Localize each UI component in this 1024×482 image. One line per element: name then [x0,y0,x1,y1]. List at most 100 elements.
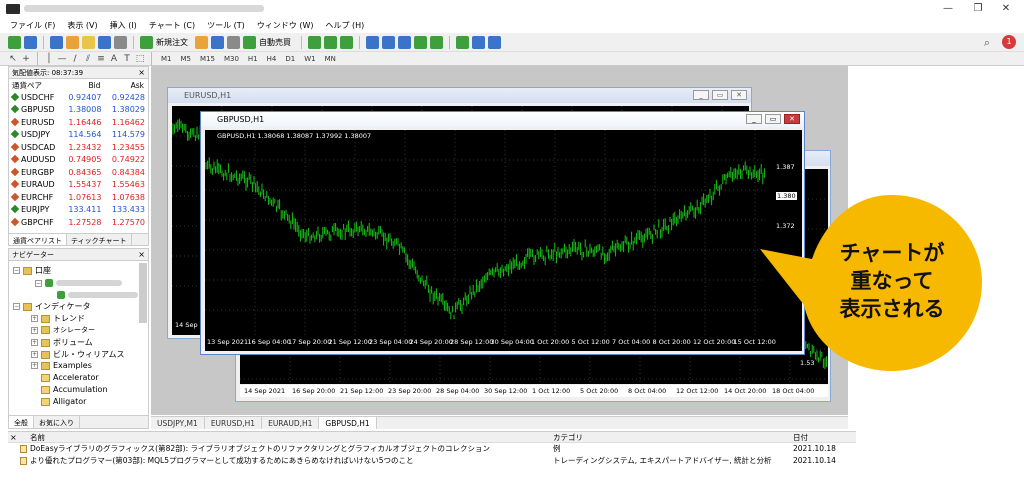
close-button[interactable]: ✕ [992,0,1020,18]
nav-item-volumes[interactable]: + ボリューム [31,337,93,348]
col-category[interactable]: カテゴリ [553,432,583,443]
new-chart-icon[interactable] [8,35,21,49]
tf-m5[interactable]: M5 [181,55,192,63]
signals-icon[interactable] [227,35,240,49]
menu-window[interactable]: ウィンドウ (W) [257,20,314,31]
auto-trading-icon[interactable] [243,35,256,49]
news-row[interactable]: DoEasyライブラリのグラフィックス(第82部): ライブラリオブジェクトのリ… [8,443,856,455]
market-watch-row[interactable]: EURJPY 133.411 133.433 [9,204,148,217]
market-watch-row[interactable]: EURCHF 1.07613 1.07638 [9,191,148,204]
nav-item-trend[interactable]: + トレンド [31,313,85,324]
line-chart-icon[interactable] [340,35,353,49]
autoscroll-icon[interactable] [414,35,427,49]
col-symbol[interactable]: 通貨ペア [9,79,61,91]
navigator-icon[interactable] [82,35,95,49]
close-icon[interactable]: × [10,432,17,443]
terminal-icon[interactable] [98,35,111,49]
col-date[interactable]: 日付 [793,432,808,443]
tab-euraud-h1[interactable]: EURAUD,H1 [262,417,320,429]
label-icon[interactable]: T [122,54,132,64]
market-watch-row[interactable]: EURAUD 1.55437 1.55463 [9,179,148,192]
tab-favorites[interactable]: お気に入り [34,416,80,428]
templates-icon[interactable] [488,35,501,49]
tab-symbols[interactable]: 通貨ペアリスト [9,234,67,245]
new-order-icon[interactable] [140,35,153,49]
data-window-icon[interactable] [66,35,79,49]
menu-help[interactable]: ヘルプ (H) [325,20,364,31]
tf-h1[interactable]: H1 [248,55,258,63]
nav-accounts[interactable]: − 口座 [13,265,51,276]
close-button[interactable]: ✕ [784,114,800,124]
auto-trading-button[interactable]: 自動売買 [259,37,291,48]
chart-window-gbpusd[interactable]: GBPUSD,H1 _ ▭ ✕ GBPUSD,H1 1.38068 1.38087 … [200,111,805,355]
col-bid[interactable]: Bid [61,79,105,91]
market-watch-row[interactable]: GBPUSD 1.38008 1.38029 [9,104,148,117]
menu-file[interactable]: ファイル (F) [10,20,55,31]
col-name[interactable]: 名前 [30,432,45,443]
minimize-button[interactable]: _ [693,90,709,100]
nav-account-1[interactable]: − [35,279,122,287]
fibonacci-icon[interactable]: ≡ [96,54,106,64]
periods-icon[interactable] [472,35,485,49]
tab-usdjpy-m1[interactable]: USDJPY,M1 [151,417,205,429]
gbpusd-plot[interactable]: GBPUSD,H1 1.38068 1.38087 1.37992 1.3800… [205,130,802,351]
restore-button[interactable]: ▭ [765,114,781,124]
market-watch-row[interactable]: EURGBP 0.84365 0.84384 [9,166,148,179]
market-watch-row[interactable]: AUDUSD 0.74905 0.74922 [9,154,148,167]
metaeditor-icon[interactable] [195,35,208,49]
nav-item-alligator[interactable]: Alligator [41,397,86,406]
col-ask[interactable]: Ask [104,79,148,91]
tab-common[interactable]: 全般 [9,416,34,428]
navigator-scrollbar[interactable] [139,263,147,323]
shapes-icon[interactable]: ⬚ [135,54,145,64]
zoom-out-icon[interactable] [382,35,395,49]
trendline-icon[interactable]: / [70,54,80,64]
cursor-icon[interactable]: ↖ [8,54,18,64]
tf-mn[interactable]: MN [325,55,336,63]
market-watch-row[interactable]: USDCAD 1.23432 1.23455 [9,141,148,154]
menu-insert[interactable]: 挿入 (I) [110,20,137,31]
text-icon[interactable]: A [109,54,119,64]
tester-icon[interactable] [114,35,127,49]
indicators-icon[interactable] [456,35,469,49]
restore-button[interactable]: ▭ [712,90,728,100]
market-watch-row[interactable]: USDJPY 114.564 114.579 [9,129,148,142]
close-icon[interactable]: × [138,249,145,261]
market-watch-row[interactable]: EURUSD 1.16446 1.16462 [9,116,148,129]
channel-icon[interactable]: ⫽ [83,54,93,64]
market-watch-row[interactable]: USDCHF 0.92407 0.92428 [9,91,148,104]
zoom-in-icon[interactable] [366,35,379,49]
close-icon[interactable]: × [138,67,145,79]
nav-item-bill-williams[interactable]: + ビル・ウィリアムス [31,349,124,360]
nav-item-oscillators[interactable]: + オシレーター [31,325,95,335]
minimize-button[interactable]: — [934,0,962,18]
tab-gbpusd-h1[interactable]: GBPUSD,H1 [319,417,377,429]
tab-tick-chart[interactable]: ティックチャート [67,234,132,245]
market-watch-row[interactable]: GBPCHF 1.27528 1.27570 [9,216,148,229]
nav-item-examples[interactable]: + Examples [31,361,92,370]
news-row[interactable]: より優れたプログラマー(第03部): MQL5プログラマーとして成功するためにあ… [8,455,856,467]
maximize-button[interactable]: ❐ [964,0,992,18]
menu-chart[interactable]: チャート (C) [149,20,195,31]
nav-account-2[interactable] [57,291,138,299]
close-button[interactable]: ✕ [731,90,747,100]
candlestick-icon[interactable] [324,35,337,49]
tf-h4[interactable]: H4 [267,55,277,63]
chart-shift-icon[interactable] [430,35,443,49]
buy-sell-icon[interactable] [211,35,224,49]
minimize-button[interactable]: _ [746,114,762,124]
search-icon[interactable]: ⌕ [984,36,990,50]
menu-tools[interactable]: ツール (T) [207,20,245,31]
menu-view[interactable]: 表示 (V) [67,20,97,31]
new-order-button[interactable]: 新規注文 [156,37,188,48]
notification-badge[interactable]: 1 [1002,35,1016,49]
tf-m15[interactable]: M15 [200,55,215,63]
market-watch-icon[interactable] [50,35,63,49]
crosshair-icon[interactable]: + [21,54,31,64]
tf-d1[interactable]: D1 [285,55,295,63]
tf-w1[interactable]: W1 [304,55,315,63]
tab-eurusd-h1[interactable]: EURUSD,H1 [205,417,263,429]
nav-item-accelerator[interactable]: Accelerator [41,373,99,382]
tile-windows-icon[interactable] [398,35,411,49]
tf-m30[interactable]: M30 [224,55,239,63]
